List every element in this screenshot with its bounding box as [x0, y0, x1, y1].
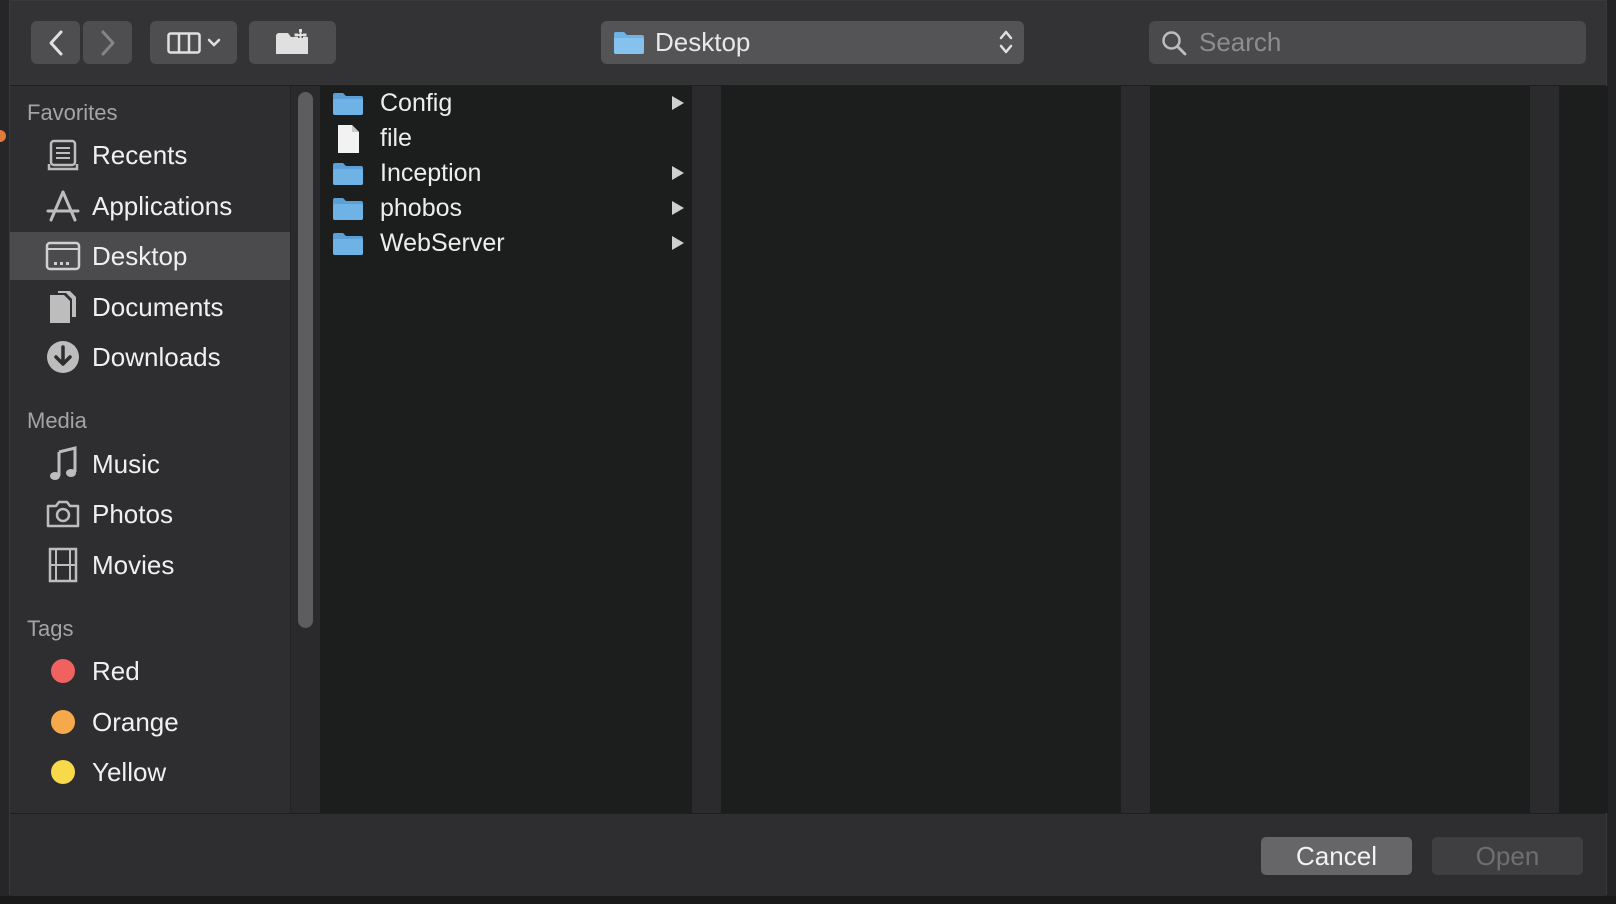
- dialog-footer: Cancel Open: [10, 813, 1606, 896]
- sidebar-item-label: Documents: [92, 291, 224, 322]
- sidebar-item-label: Movies: [92, 549, 175, 580]
- folder-icon: [332, 197, 366, 221]
- folder-icon: [332, 232, 366, 256]
- movies-icon: [44, 546, 82, 584]
- file-name: WebServer: [380, 229, 505, 257]
- disclosure-arrow-icon: [672, 96, 684, 110]
- sidebar-item-tag-red[interactable]: Red: [10, 647, 290, 695]
- downloads-icon: [44, 338, 82, 376]
- tag-yellow-icon: [44, 753, 82, 791]
- tag-orange-icon: [44, 703, 82, 741]
- background-bottom-edge: [0, 896, 1616, 904]
- column-divider[interactable]: [1121, 86, 1150, 813]
- chevron-right-icon: [101, 30, 114, 55]
- sidebar-item-photos[interactable]: Photos: [10, 490, 290, 538]
- music-icon: [44, 445, 82, 483]
- background-indicator: [0, 130, 6, 142]
- column-browser: Config file Inception phobos WebServer: [320, 86, 1608, 867]
- sidebar-item-recents[interactable]: Recents: [10, 131, 290, 179]
- toolbar: Desktop: [10, 1, 1606, 86]
- file-name: phobos: [380, 194, 463, 222]
- location-popup[interactable]: Desktop: [601, 21, 1024, 64]
- disclosure-arrow-icon: [672, 166, 684, 180]
- sidebar-item-label: Orange: [92, 706, 179, 737]
- sidebar: Favorites Recents Applications Desktop D…: [10, 86, 290, 813]
- sidebar-item-tag-orange[interactable]: Orange: [10, 698, 290, 746]
- column-divider[interactable]: [1530, 86, 1559, 813]
- open-button[interactable]: Open: [1432, 837, 1583, 875]
- sidebar-item-label: Downloads: [92, 341, 221, 372]
- applications-icon: [44, 187, 82, 225]
- columns-view-icon: [166, 31, 201, 54]
- disclosure-arrow-icon: [672, 236, 684, 250]
- tag-red-icon: [44, 652, 82, 690]
- document-icon: [332, 124, 366, 154]
- recents-icon: [44, 136, 82, 174]
- new-folder-button[interactable]: [249, 21, 336, 64]
- section-title-favorites: Favorites: [27, 100, 118, 125]
- sidebar-item-music[interactable]: Music: [10, 440, 290, 488]
- section-title-media: Media: [27, 408, 87, 433]
- sidebar-item-applications[interactable]: Applications: [10, 182, 290, 230]
- list-item-inception[interactable]: Inception: [320, 156, 692, 191]
- file-name: file: [380, 124, 412, 152]
- file-name: Inception: [380, 159, 482, 187]
- sidebar-item-documents[interactable]: Documents: [10, 283, 290, 331]
- screen: Desktop Favorites Recents Applica: [0, 0, 1616, 904]
- sidebar-scrollbar-thumb[interactable]: [298, 92, 313, 628]
- column-divider[interactable]: [692, 86, 721, 813]
- disclosure-arrow-icon: [672, 201, 684, 215]
- back-button[interactable]: [31, 21, 80, 64]
- sidebar-item-label: Music: [92, 448, 160, 479]
- list-item-config[interactable]: Config: [320, 86, 692, 121]
- forward-button[interactable]: [83, 21, 132, 64]
- view-mode-button[interactable]: [150, 21, 237, 64]
- documents-icon: [44, 288, 82, 326]
- background-window-edge: [0, 0, 9, 904]
- list-item-phobos[interactable]: phobos: [320, 191, 692, 226]
- search-field[interactable]: [1149, 21, 1586, 64]
- search-icon: [1162, 30, 1187, 55]
- folder-icon: [332, 92, 366, 116]
- cancel-button[interactable]: Cancel: [1261, 837, 1412, 875]
- up-down-chevron-icon: [999, 30, 1013, 54]
- folder-icon: [614, 31, 644, 54]
- chevron-left-icon: [49, 30, 62, 55]
- sidebar-item-tag-yellow[interactable]: Yellow: [10, 748, 290, 796]
- section-title-tags: Tags: [27, 616, 74, 641]
- file-name: Config: [380, 89, 453, 117]
- list-item-webserver[interactable]: WebServer: [320, 226, 692, 261]
- list-item-file[interactable]: file: [320, 121, 692, 156]
- sidebar-item-label: Red: [92, 655, 140, 686]
- sidebar-item-label: Recents: [92, 139, 188, 170]
- new-folder-icon: [275, 28, 308, 54]
- sidebar-item-label: Desktop: [92, 240, 188, 271]
- open-file-dialog: Desktop Favorites Recents Applica: [9, 0, 1608, 896]
- sidebar-item-label: Applications: [92, 190, 233, 221]
- sidebar-scrollbar[interactable]: [290, 86, 320, 813]
- sidebar-item-movies[interactable]: Movies: [10, 541, 290, 589]
- chevron-down-icon: [207, 38, 220, 47]
- photos-icon: [44, 495, 82, 533]
- folder-icon: [332, 162, 366, 186]
- sidebar-item-label: Photos: [92, 498, 173, 529]
- sidebar-item-label: Yellow: [92, 756, 167, 787]
- location-label: Desktop: [655, 27, 751, 57]
- search-input[interactable]: [1197, 26, 1581, 59]
- sidebar-item-desktop[interactable]: Desktop: [10, 232, 290, 280]
- sidebar-item-downloads[interactable]: Downloads: [10, 333, 290, 381]
- desktop-icon: [44, 237, 82, 275]
